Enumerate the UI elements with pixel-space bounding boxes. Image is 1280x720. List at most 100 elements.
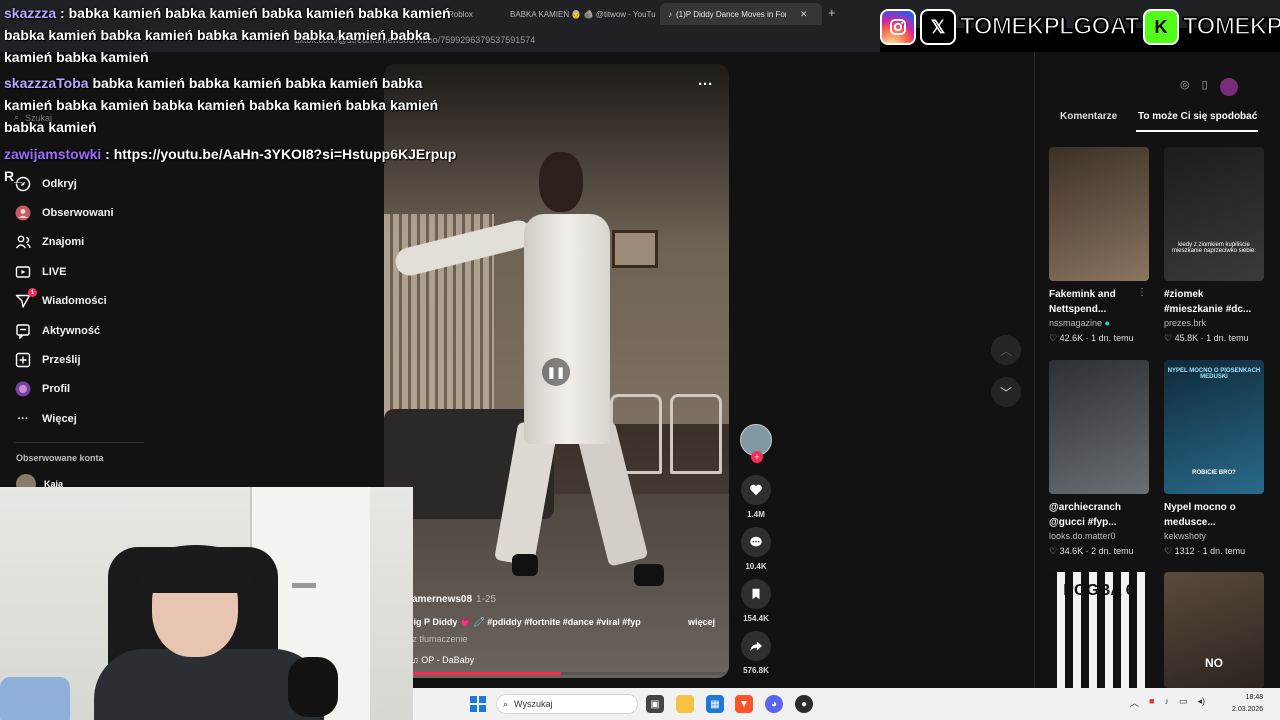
share-icon [741,631,771,661]
x-icon: 𝕏 [920,9,956,45]
microphone-icon[interactable]: ♪ [1164,696,1169,709]
webcam-feed [0,487,413,720]
brave-browser-icon[interactable]: ▼ [735,695,753,713]
comment-count: 10.4K [745,562,767,571]
recommended-video-card[interactable]: POGBA 6 [1049,572,1149,688]
video-scene-dancer [512,554,538,576]
taskbar-search[interactable]: ⌕ Wyszukaj [496,694,638,714]
sidebar-item-label: Więcej [42,413,77,425]
music-icon: ♫ [412,655,422,665]
chevron-down-icon: ﹀ [999,385,1012,400]
save-count: 154.4K [743,614,769,623]
network-icon[interactable]: ▭ [1179,696,1188,709]
discord-icon[interactable]: ◕ [765,695,783,713]
tray-app-icon[interactable]: ■ [1149,696,1154,709]
chat-message: zawijamstowki : https://youtu.be/AaHn-3Y… [4,146,457,184]
recommended-video-card[interactable]: Fakemink and Nettspend... ⋮ nssmagazine … [1049,147,1149,344]
close-icon[interactable]: ✕ [800,9,808,20]
file-explorer-icon[interactable] [676,695,694,713]
video-progress-bar[interactable] [412,672,729,675]
chat-username: skazzza [4,5,57,21]
store-icon[interactable]: ▦ [706,695,724,713]
obs-icon[interactable]: ● [795,695,813,713]
chat-username: skazzzaToba [4,75,89,91]
follow-plus-icon[interactable]: + [751,451,763,463]
recommended-video-card[interactable]: NYPEL MOCNO O PIOSENKACH MEDUSKI ROBICIE… [1164,360,1264,557]
tab-youtube[interactable]: BABKA KAMIEŃ 👵 🪨 @titwow - YouTube [498,3,656,25]
heart-icon [741,475,771,505]
sidebar-item-przeslij[interactable]: Prześlij [14,351,81,369]
chevron-up-icon[interactable]: ︿ [1130,696,1139,709]
brand-handle: TOMEKPLGOAT [959,12,1140,41]
card-author[interactable]: prezes.brk [1164,318,1264,328]
card-author[interactable]: nssmagazine ● [1049,318,1149,328]
tab-tiktok-active[interactable]: ♪ (1)P Diddy Dance Moves in Fortnite ✕ [660,3,822,25]
card-author[interactable]: looks.do.matter0 [1049,531,1149,541]
sidebar-item-aktywnosc[interactable]: Aktywność [14,322,100,340]
messages-icon: 1 [14,288,37,310]
brand-handle: TOMEKPL [1182,12,1280,41]
comment-button[interactable]: 10.4K [738,527,774,571]
phone-icon[interactable]: ▯ [1202,78,1208,96]
right-panel-toolbar: ◎ ▯ [1180,78,1238,96]
share-button[interactable]: 576.8K [738,631,774,675]
sidebar-item-label: Wiadomości [42,295,107,307]
thumbnail-caption: NYPEL MOCNO O PIOSENKACH MEDUSKI [1167,368,1261,380]
card-more-icon[interactable]: ⋮ [1137,287,1147,298]
sidebar-item-wiecej[interactable]: ··· Więcej [14,410,77,428]
sidebar-item-label: Obserwowani [42,207,114,219]
card-age: 1 dn. temu [1091,333,1134,343]
taskbar-search-label: Wyszukaj [514,699,553,709]
card-title: #ziomek #mieszkanie #dc... [1164,289,1252,315]
taskbar-clock[interactable]: 18:48 2.03.2026 [1232,692,1263,716]
more-description-link[interactable]: więcej [688,617,715,627]
recommended-video-card[interactable]: @archiecranch @gucci #fyp... looks.do.ma… [1049,360,1149,557]
save-button[interactable]: 154.4K [738,579,774,623]
new-tab-button[interactable]: + [828,5,836,20]
previous-video-button[interactable]: ︿ [991,335,1021,365]
avatar[interactable] [1219,78,1238,96]
sidebar-item-znajomi[interactable]: Znajomi [14,233,84,251]
more-icon: ··· [17,413,29,425]
instagram-icon [880,9,916,45]
card-author-name: nssmagazine [1049,318,1103,328]
translate-link[interactable]: cz tłumaczenie [408,634,468,644]
volume-icon[interactable]: ◂) [1197,696,1205,709]
creator-avatar-button[interactable]: + [738,424,774,463]
recommended-video-card[interactable]: NO [1164,572,1264,688]
chat-username: zawijamstowki [4,146,102,162]
sidebar-item-label: Prześlij [42,354,81,366]
notification-badge: 1 [28,288,37,297]
card-author[interactable]: kekwshoty [1164,531,1264,541]
sidebar-item-wiadomosci[interactable]: 1 Wiadomości [14,288,107,310]
video-music-title: OP - DaBaby [421,655,475,665]
coin-icon[interactable]: ◎ [1180,78,1190,96]
sidebar-item-label: Profil [42,383,71,395]
video-scene-picture-frame [612,230,658,268]
webcam-scene-door-handle [292,583,316,588]
sidebar-item-profil[interactable]: Profil [14,380,70,398]
sidebar-item-obserwowani[interactable]: Obserwowani [14,204,114,222]
webcam-scene-streamer [142,545,250,593]
task-view-icon[interactable]: ▣ [646,695,664,713]
video-music[interactable]: ♫ OP - DaBaby [412,655,474,665]
video-thumbnail: NO [1164,572,1264,688]
heart-outline-icon: ♡ [1164,546,1175,556]
tab-recommended[interactable]: To może Ci się spodobać [1138,111,1257,122]
search-icon: ⌕ [503,698,509,709]
video-author[interactable]: amernews08 1-25 [412,594,496,605]
like-button[interactable]: 1.4M [738,475,774,519]
verified-icon: ● [1104,318,1110,328]
more-options-icon[interactable]: ··· [698,76,713,93]
heart-outline-icon: ♡ [1049,546,1060,556]
windows-start-icon[interactable] [470,696,486,712]
tab-komentarze[interactable]: Komentarze [1060,111,1117,122]
profile-icon [14,380,32,398]
chat-message: skazzzaToba babka kamień babka kamień ba… [4,72,464,138]
sidebar-item-live[interactable]: LIVE [14,263,66,281]
pause-icon[interactable]: ❚❚ [542,358,570,386]
next-video-button[interactable]: ﹀ [991,377,1021,407]
video-thumbnail [1049,147,1149,281]
recommended-video-card[interactable]: kiedy z ziomkiem kupiliście mieszkanie n… [1164,147,1264,344]
like-count: 1.4M [747,510,765,519]
